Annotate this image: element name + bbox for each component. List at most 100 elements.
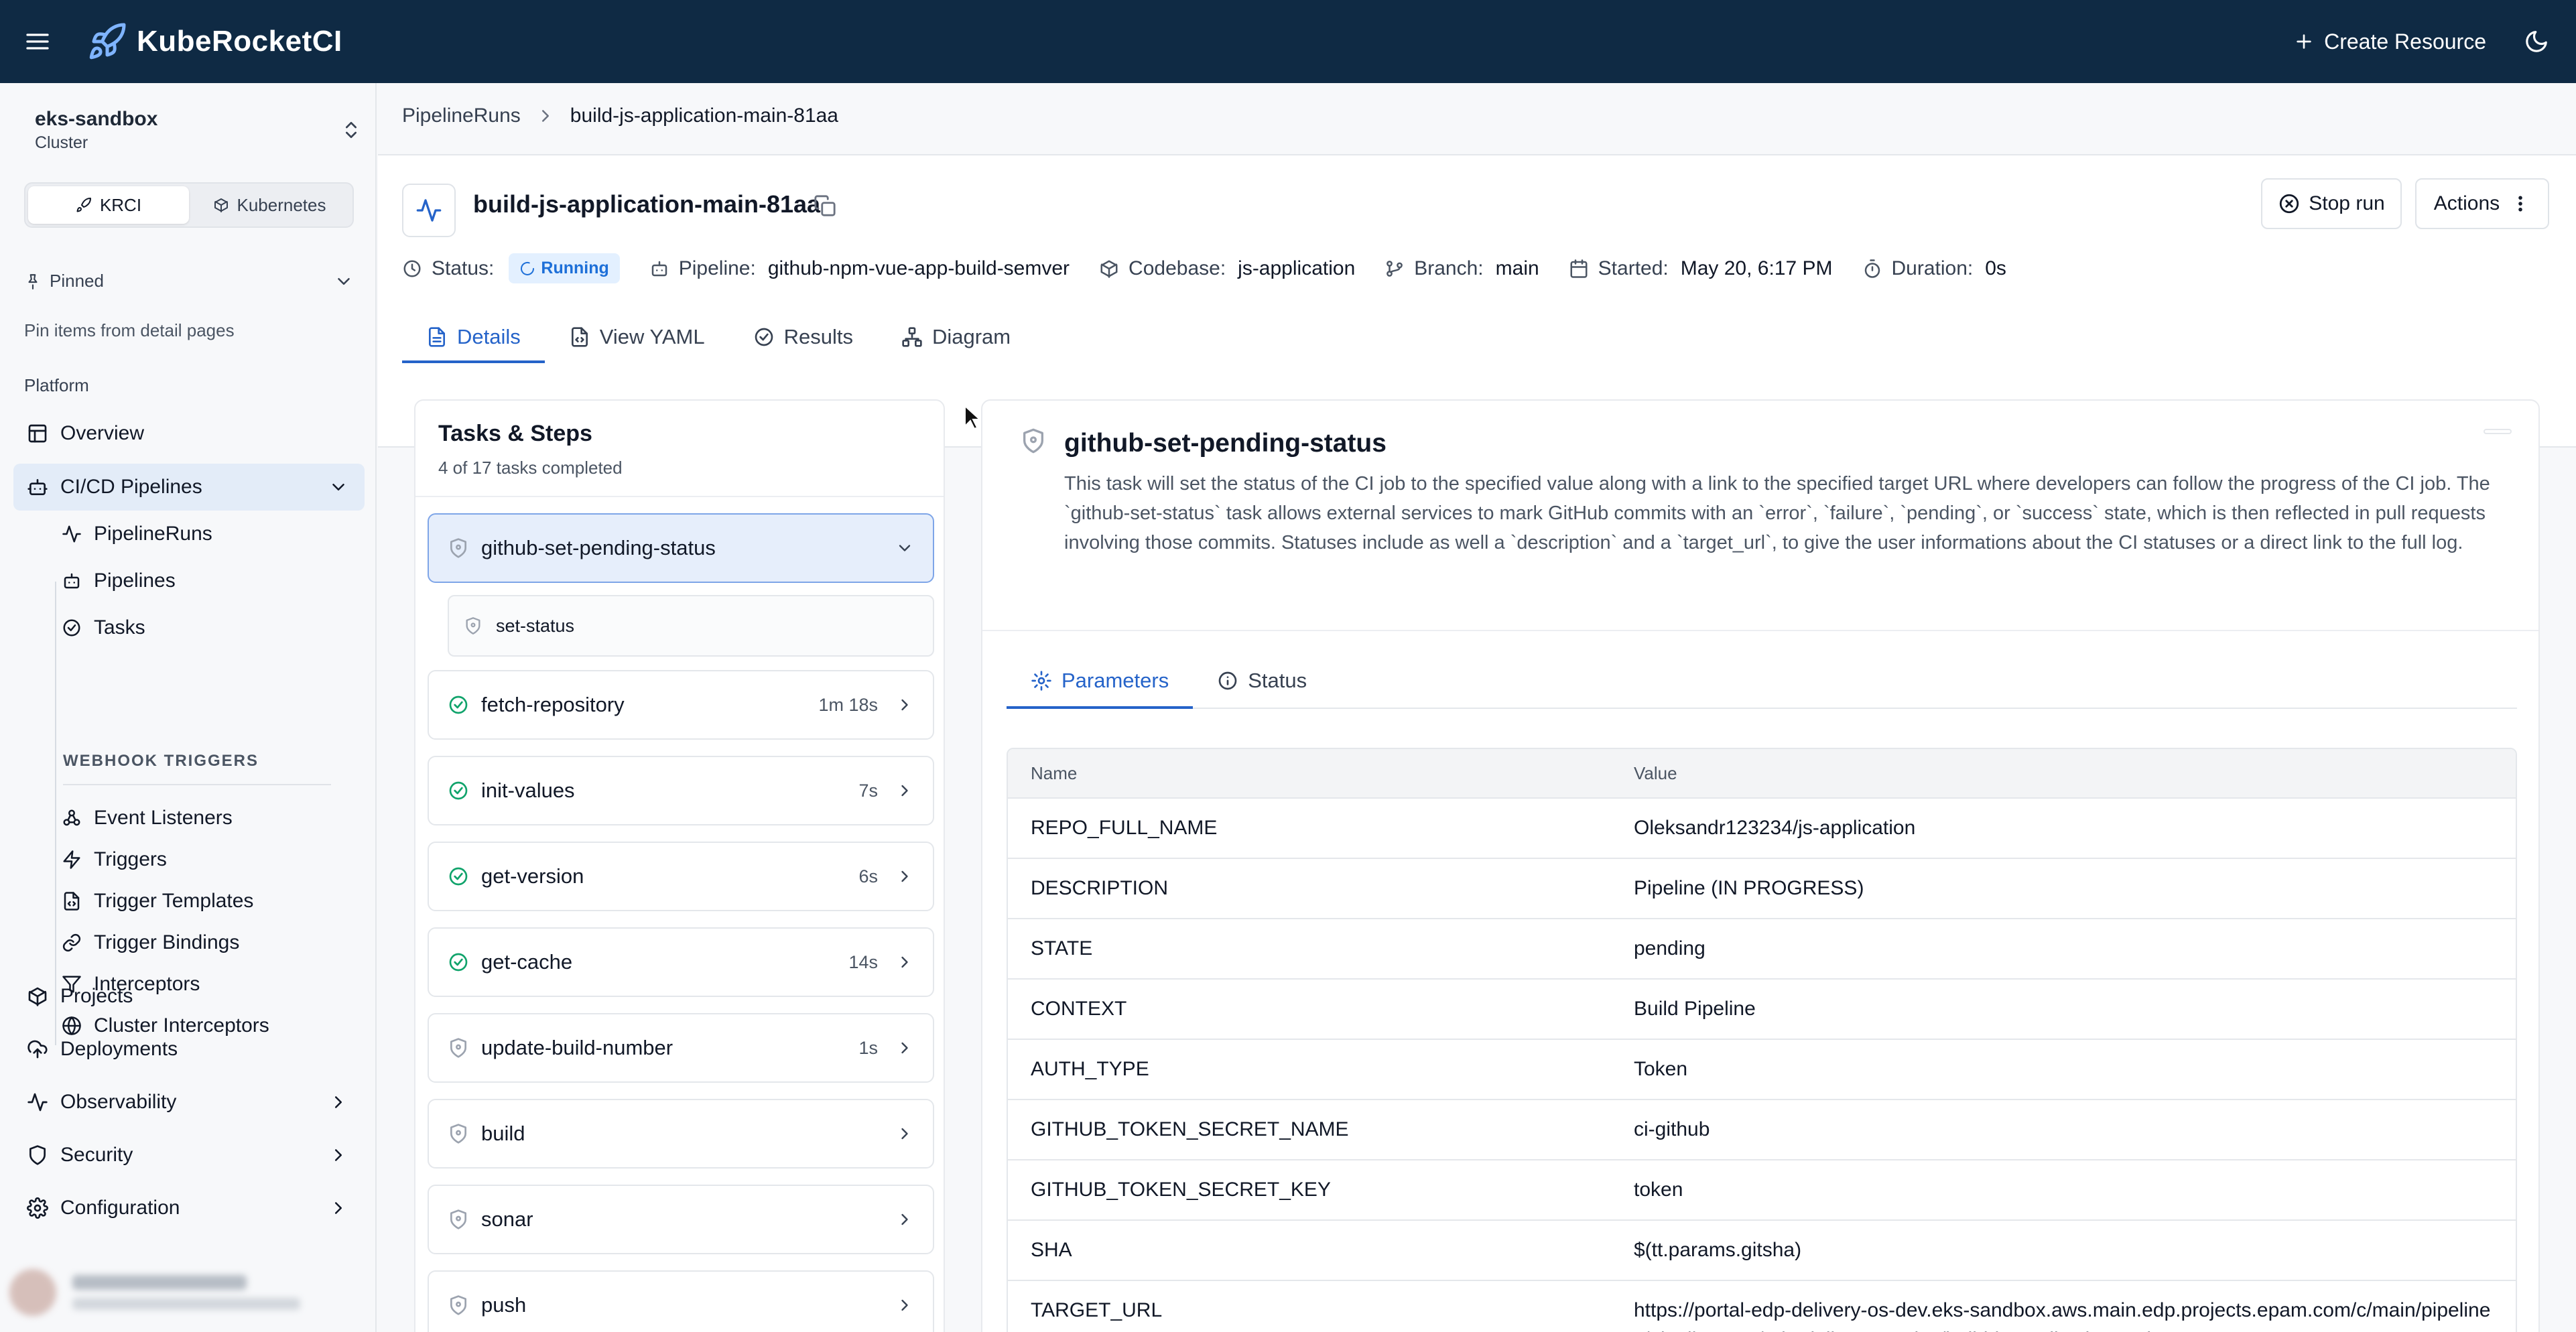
nav-configuration[interactable]: Configuration <box>13 1185 365 1231</box>
codebase-link[interactable]: js-application <box>1238 257 1355 280</box>
rocket-icon <box>87 21 127 62</box>
chevron-down-icon <box>895 539 914 557</box>
nav-tasks[interactable]: Tasks <box>62 607 350 649</box>
moon-icon[interactable] <box>2524 29 2549 54</box>
copy-icon[interactable] <box>814 194 836 217</box>
webhook-divider <box>63 784 331 785</box>
step-item[interactable]: set-status <box>448 595 934 657</box>
nav-pipelines-label: Pipelines <box>94 570 176 592</box>
tab-results[interactable]: Results <box>729 314 877 363</box>
nav-pipelineruns[interactable]: PipelineRuns <box>62 513 350 555</box>
tab-status-label: Status <box>1248 669 1307 692</box>
tab-status[interactable]: Status <box>1193 655 1331 709</box>
tab-details-label: Details <box>457 325 521 348</box>
task-item[interactable]: build <box>428 1099 934 1169</box>
mode-switch: KRCI Kubernetes <box>24 182 354 228</box>
page-title: build-js-application-main-81aa <box>473 190 821 218</box>
actions-button[interactable]: Actions <box>2415 178 2549 229</box>
param-value: Oleksandr123234/js-application <box>1634 817 1916 839</box>
nav-projects-label: Projects <box>60 985 133 1007</box>
tab-diagram[interactable]: Diagram <box>877 314 1035 363</box>
nav-event-listeners[interactable]: Event Listeners <box>62 797 350 839</box>
box-icon <box>27 986 48 1007</box>
nav-security[interactable]: Security <box>13 1132 365 1179</box>
tasks-header: Tasks & Steps 4 of 17 tasks completed <box>415 401 944 497</box>
nav-projects[interactable]: Projects <box>13 973 365 1020</box>
calendar-icon <box>1569 259 1589 279</box>
nav-tasks-label: Tasks <box>94 616 145 639</box>
param-value: $(tt.params.gitsha) <box>1634 1239 1802 1261</box>
zap-icon <box>62 850 82 870</box>
task-item[interactable]: update-build-number 1s <box>428 1013 934 1083</box>
pinned-section-toggle[interactable]: Pinned <box>24 271 354 291</box>
mode-krci-label: KRCI <box>99 194 142 215</box>
rocket-icon <box>76 197 92 213</box>
status-badge: Running <box>509 253 620 283</box>
chevron-right-icon <box>895 867 914 886</box>
nav-cicd-pipelines[interactable]: CI/CD Pipelines <box>13 464 365 511</box>
chevron-right-icon <box>895 1296 914 1315</box>
task-name: push <box>481 1293 527 1317</box>
nav-overview-label: Overview <box>60 422 145 444</box>
link-icon <box>62 933 82 953</box>
task-detail-title: github-set-pending-status <box>1064 429 1387 458</box>
pipeline-key: Pipeline: <box>678 257 756 279</box>
breadcrumb-pipelineruns[interactable]: PipelineRuns <box>402 105 521 127</box>
task-item[interactable]: get-cache 14s <box>428 927 934 997</box>
task-item[interactable]: init-values 7s <box>428 756 934 825</box>
nav-overview[interactable]: Overview <box>13 410 365 457</box>
nav-triggers[interactable]: Triggers <box>62 839 350 880</box>
table-row: STATE pending <box>1008 918 2516 978</box>
branch-key: Branch: <box>1414 257 1484 279</box>
task-name: update-build-number <box>481 1036 673 1059</box>
page-tabs: Details View YAML Results Diagram <box>402 314 1035 363</box>
loader-icon <box>519 261 535 277</box>
collapse-handle[interactable] <box>2484 429 2512 434</box>
app-logo[interactable]: KubeRocketCI <box>87 21 342 62</box>
menu-icon[interactable] <box>24 28 51 55</box>
nav-observability-label: Observability <box>60 1091 177 1113</box>
task-item[interactable]: fetch-repository 1m 18s <box>428 670 934 740</box>
cloud-upload-icon <box>27 1039 48 1060</box>
activity-icon <box>62 524 82 544</box>
tab-view-yaml[interactable]: View YAML <box>545 314 729 363</box>
mode-krci[interactable]: KRCI <box>28 186 189 224</box>
tab-parameters[interactable]: Parameters <box>1007 655 1194 709</box>
nav-deployments[interactable]: Deployments <box>13 1026 365 1073</box>
shield-icon <box>448 1294 469 1316</box>
param-value: Pipeline (IN PROGRESS) <box>1634 877 1864 899</box>
mode-kubernetes[interactable]: Kubernetes <box>189 186 350 224</box>
task-item[interactable]: github-set-pending-status <box>428 513 934 583</box>
pinned-hint: Pin items from detail pages <box>24 320 235 340</box>
file-code-icon <box>62 891 82 911</box>
table-row: REPO_FULL_NAME Oleksandr123234/js-applic… <box>1008 797 2516 858</box>
create-resource-button[interactable]: Create Resource <box>2293 29 2486 54</box>
user-profile[interactable] <box>9 1262 365 1323</box>
detail-tabs: Parameters Status <box>1007 655 2517 709</box>
pipeline-link[interactable]: github-npm-vue-app-build-semver <box>768 257 1070 280</box>
check-circle-icon <box>62 618 82 638</box>
main-content: PipelineRuns build-js-application-main-8… <box>378 83 2576 1332</box>
param-name: SHA <box>1031 1239 1072 1261</box>
webhook-triggers-label: WEBHOOK TRIGGERS <box>63 752 259 770</box>
stop-run-button[interactable]: Stop run <box>2261 178 2402 229</box>
nav-pipelines[interactable]: Pipelines <box>62 560 350 602</box>
meta-duration: Duration: 0s <box>1862 257 2006 280</box>
more-vertical-icon <box>2510 194 2530 214</box>
tab-details[interactable]: Details <box>402 314 545 363</box>
nav-observability[interactable]: Observability <box>13 1079 365 1126</box>
task-item[interactable]: push <box>428 1270 934 1332</box>
param-value: token <box>1634 1179 1683 1201</box>
nav-trigger-bindings-label: Trigger Bindings <box>94 931 240 953</box>
nav-configuration-label: Configuration <box>60 1197 180 1219</box>
nav-trigger-bindings[interactable]: Trigger Bindings <box>62 922 350 963</box>
x-circle-icon <box>2278 192 2301 215</box>
nav-trigger-templates[interactable]: Trigger Templates <box>62 880 350 922</box>
run-meta: Status: Running Pipeline: github-npm-vue… <box>402 253 2036 283</box>
shield-icon <box>448 537 469 559</box>
cluster-selector[interactable]: eks-sandbox Cluster <box>19 105 431 220</box>
task-item[interactable]: get-version 6s <box>428 842 934 911</box>
param-value: https://portal-edp-delivery-os-dev.eks-s… <box>1634 1299 2491 1332</box>
shield-icon <box>27 1144 48 1166</box>
task-item[interactable]: sonar <box>428 1185 934 1254</box>
